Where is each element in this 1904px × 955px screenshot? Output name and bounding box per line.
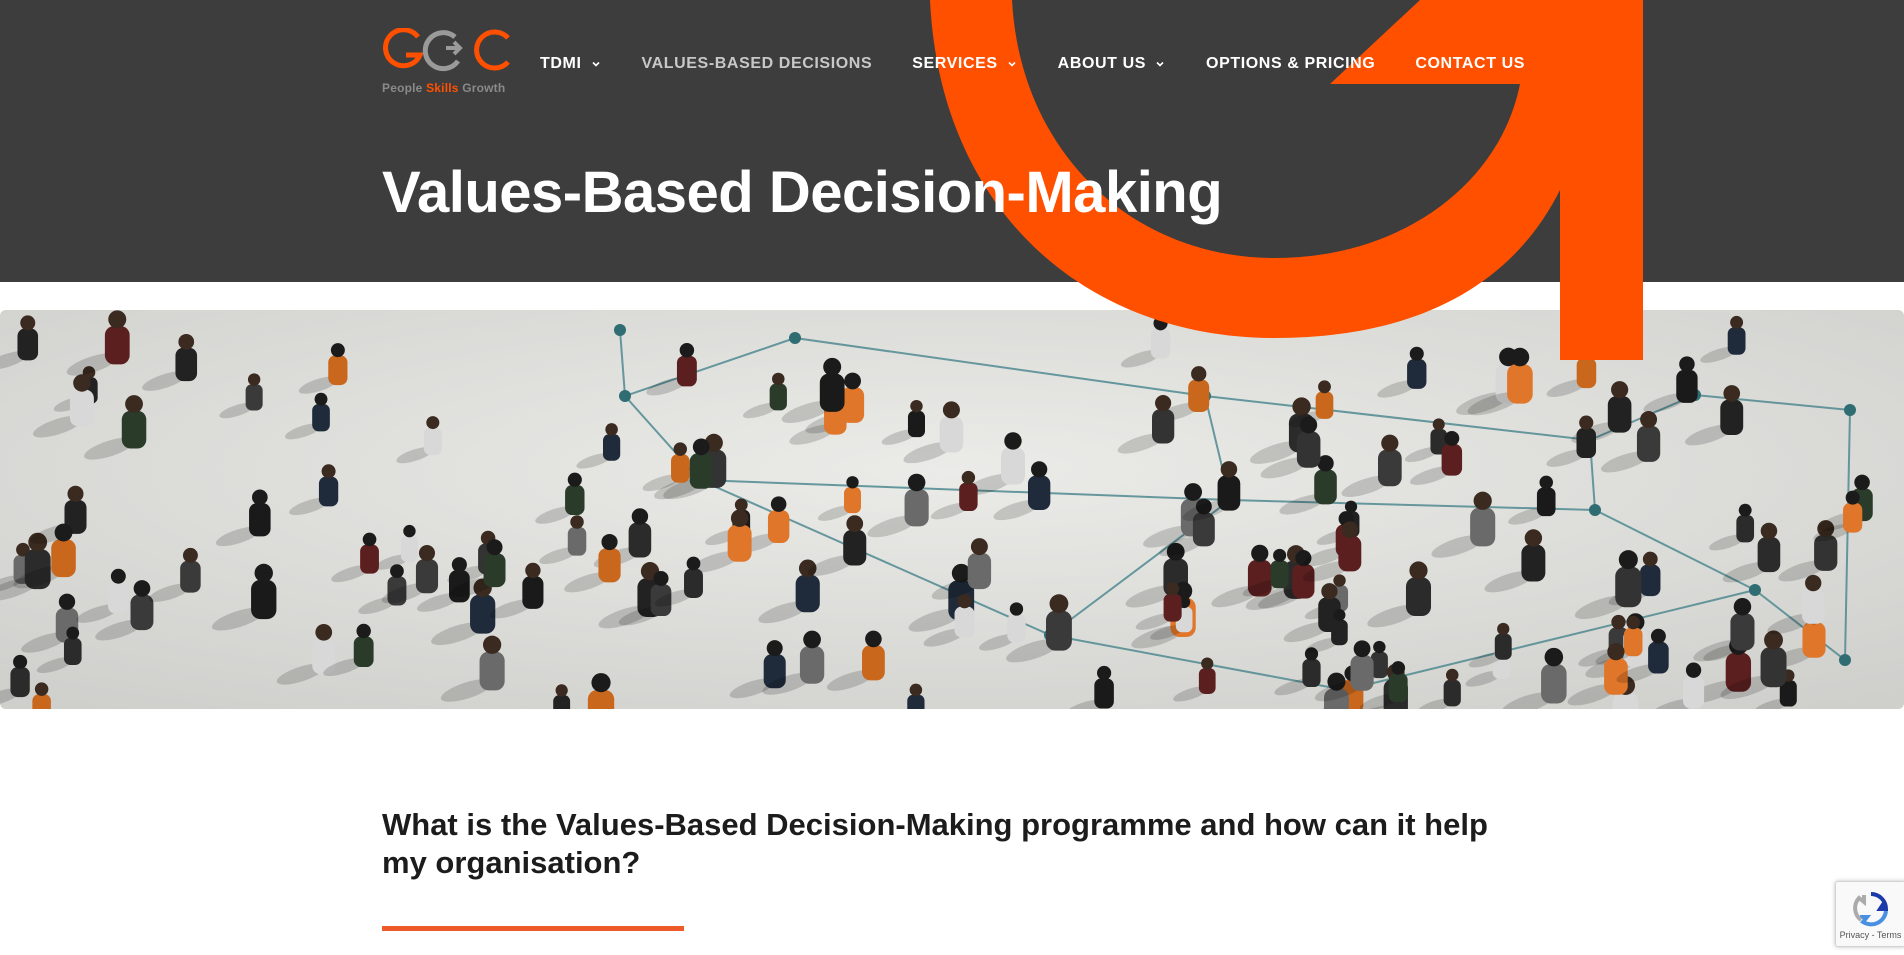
- nav-label-options-pricing: OPTIONS & PRICING: [1206, 55, 1376, 72]
- recaptcha-links[interactable]: Privacy - Terms: [1836, 930, 1904, 940]
- nav-item-options-pricing[interactable]: OPTIONS & PRICING: [1206, 54, 1375, 74]
- nav-label-services: SERVICES: [912, 55, 998, 72]
- nav-item-about-us[interactable]: ABOUT US: [1058, 54, 1166, 74]
- chevron-down-icon: [1008, 61, 1016, 67]
- network-node: [1844, 404, 1856, 416]
- site-header: [0, 0, 1904, 282]
- tagline-skills: Skills: [426, 81, 459, 95]
- goc-logo-icon: [383, 27, 510, 72]
- recaptcha-icon: [1853, 892, 1889, 927]
- network-node: [1839, 654, 1851, 666]
- section-heading: What is the Values-Based Decision-Making…: [382, 807, 1488, 880]
- nav-item-contact-us[interactable]: CONTACT US: [1415, 54, 1525, 74]
- heading-divider: [382, 926, 684, 931]
- recaptcha-badge[interactable]: Privacy - Terms: [1835, 881, 1904, 947]
- network-node: [614, 324, 626, 336]
- network-node: [789, 332, 801, 344]
- nav-label-about-us: ABOUT US: [1057, 55, 1147, 72]
- network-node: [1749, 584, 1761, 596]
- tagline-people: People: [382, 81, 427, 95]
- chevron-down-icon: [1156, 61, 1164, 67]
- logo-tagline: People Skills Growth: [382, 81, 505, 95]
- main-nav: TDMI VALUES-BASED DECISIONS SERVICES ABO…: [540, 54, 1525, 74]
- page-title: Values-Based Decision-Making: [382, 160, 1223, 225]
- nav-item-services[interactable]: SERVICES: [912, 54, 1017, 74]
- crowd-network-illustration: [0, 310, 1904, 709]
- tagline-growth: Growth: [458, 81, 506, 95]
- nav-label-contact-us: CONTACT US: [1415, 55, 1526, 72]
- nav-item-values-based-decisions[interactable]: VALUES-BASED DECISIONS: [642, 54, 873, 74]
- nav-label-tdmi: TDMI: [540, 55, 582, 72]
- nav-label-values-based-decisions: VALUES-BASED DECISIONS: [641, 55, 873, 72]
- nav-item-tdmi[interactable]: TDMI: [540, 54, 602, 74]
- chevron-down-icon: [591, 61, 600, 67]
- network-node: [1589, 504, 1601, 516]
- network-node: [619, 390, 631, 402]
- hero-image: [0, 310, 1904, 709]
